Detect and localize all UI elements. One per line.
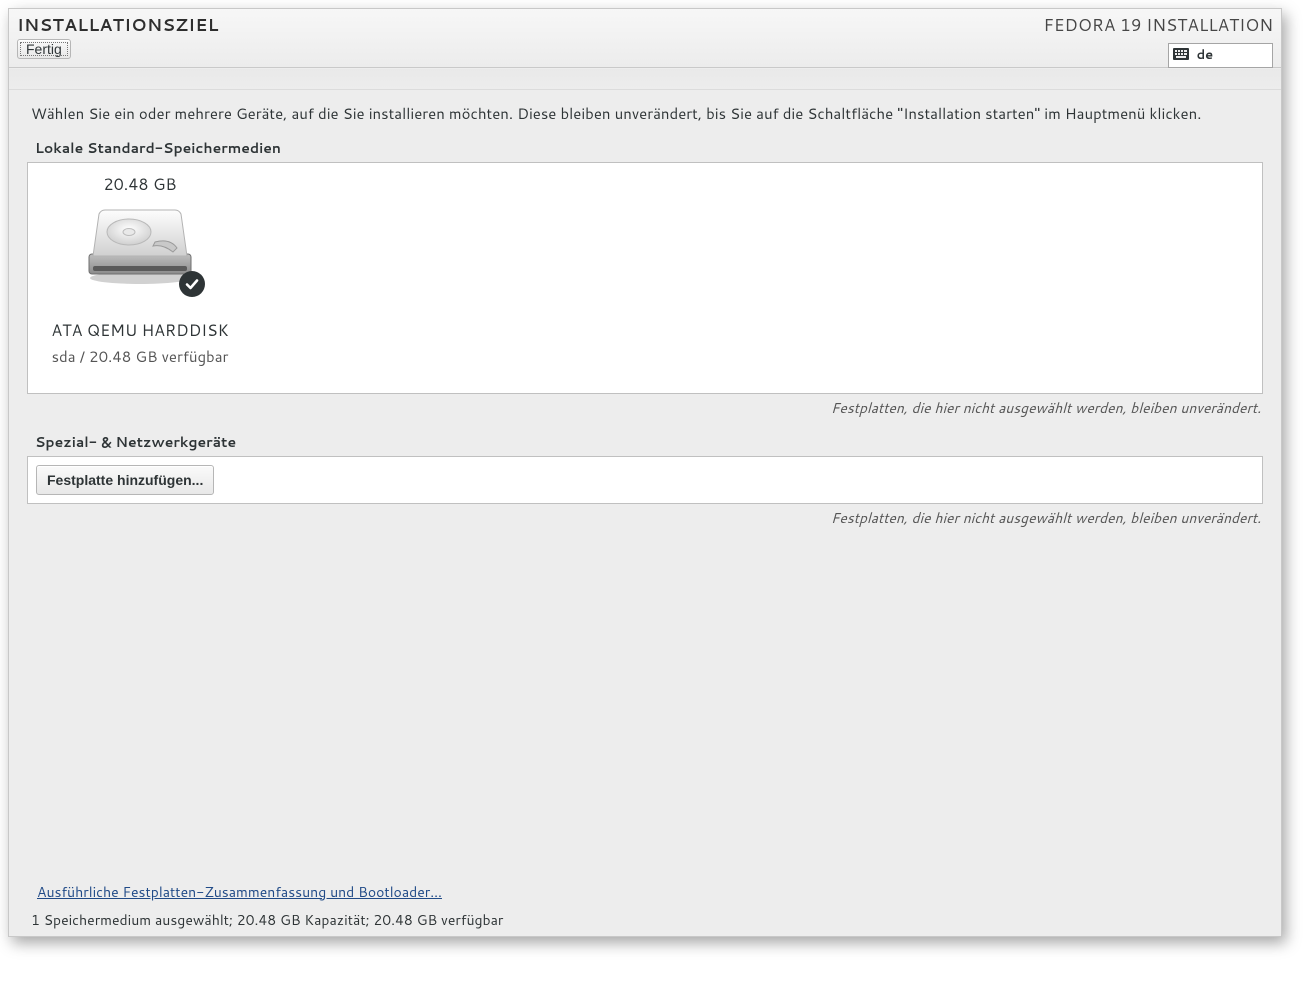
installer-window: INSTALLATIONSZIEL Fertig FEDORA 19 INSTA… [8,8,1282,937]
content-area: Wählen Sie ein oder mehrere Geräte, auf … [9,89,1281,886]
local-disks-note: Festplatten, die hier nicht ausgewählt w… [27,398,1261,418]
keyboard-icon [1173,47,1189,65]
disk-size-label: 20.48 GB [40,173,240,196]
local-disks-panel: 20.48 GB [27,162,1263,394]
selection-status: 1 Speichermedium ausgewählt; 20.48 GB Ka… [31,910,1263,930]
network-disks-panel: Festplatte hinzufügen... [27,456,1263,504]
selected-check-icon [179,271,205,297]
network-disks-note: Festplatten, die hier nicht ausgewählt w… [27,508,1261,528]
instruction-text: Wählen Sie ein oder mehrere Geräte, auf … [31,103,1259,124]
header-separator [9,69,1281,90]
disk-item[interactable]: 20.48 GB [40,173,240,367]
done-button[interactable]: Fertig [17,39,71,59]
add-disk-button[interactable]: Festplatte hinzufügen... [36,465,214,495]
keyboard-layout-selector[interactable]: de [1168,43,1273,68]
header-bar: INSTALLATIONSZIEL Fertig FEDORA 19 INSTA… [9,9,1281,68]
network-disks-heading: Spezial- & Netzwerkgeräte [35,432,1255,452]
footer: Ausführliche Festplatten-Zusammenfassung… [27,881,1263,930]
page-title: INSTALLATIONSZIEL [17,13,219,37]
disk-sub-label: sda / 20.48 GB verfügbar [40,346,240,367]
disk-name-label: ATA QEMU HARDDISK [40,319,240,342]
disk-summary-link[interactable]: Ausführliche Festplatten-Zusammenfassung… [37,882,442,902]
installer-label: FEDORA 19 INSTALLATION [1044,13,1273,37]
harddisk-icon [85,208,195,291]
local-disks-heading: Lokale Standard-Speichermedien [35,138,1255,158]
keyboard-layout-label: de [1197,46,1214,64]
